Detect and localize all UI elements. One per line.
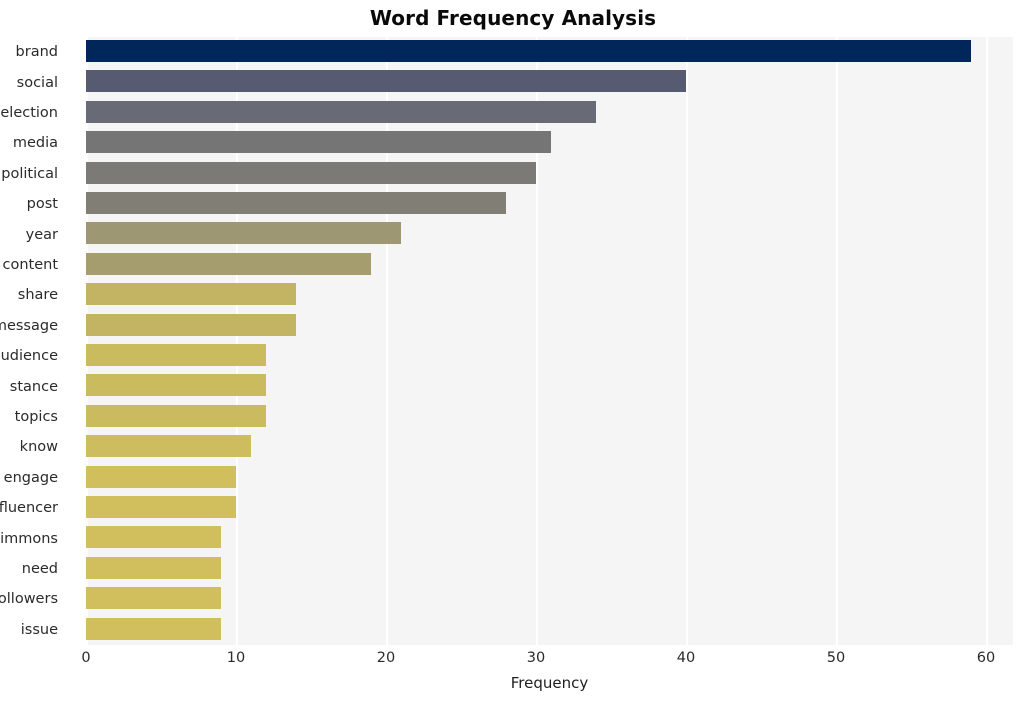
bar-row bbox=[86, 463, 1013, 491]
y-tick-label-content: content bbox=[2, 257, 58, 273]
y-tick-label-social: social bbox=[16, 74, 58, 91]
bar-row bbox=[86, 128, 1013, 156]
x-tick-label-60: 60 bbox=[976, 650, 996, 666]
bar-row bbox=[86, 280, 1013, 308]
y-tick-label-topics: topics bbox=[14, 409, 58, 425]
bar-media[interactable] bbox=[86, 131, 551, 154]
y-axis-tick-labels: brand social election media political post yea… bbox=[0, 37, 80, 645]
bar-row bbox=[86, 493, 1013, 521]
bar-row bbox=[86, 615, 1013, 643]
y-tick-label-stance: stance bbox=[9, 378, 58, 395]
y-tick-label-message: message bbox=[0, 317, 58, 334]
x-tick-label-20: 20 bbox=[376, 650, 396, 666]
bar-post[interactable] bbox=[86, 192, 506, 214]
y-tick-label-know: know bbox=[19, 439, 58, 456]
bar-row bbox=[86, 219, 1013, 247]
bar-election[interactable] bbox=[86, 100, 596, 123]
x-tick-label-40: 40 bbox=[676, 650, 696, 666]
y-tick-label-political: political bbox=[1, 165, 58, 182]
y-tick-label-audience: audience bbox=[0, 348, 58, 365]
bar-share[interactable] bbox=[86, 283, 296, 306]
y-tick-label-issue: issue bbox=[20, 621, 58, 638]
y-tick-label-share: share bbox=[17, 287, 58, 304]
bar-row bbox=[86, 402, 1013, 430]
bar-row bbox=[86, 432, 1013, 460]
bar-political[interactable] bbox=[86, 161, 536, 184]
y-tick-label-media: media bbox=[12, 135, 58, 152]
bar-influencer[interactable] bbox=[86, 496, 236, 518]
bar-row bbox=[86, 311, 1013, 339]
bar-row bbox=[86, 341, 1013, 369]
y-tick-label-timmons: timmons bbox=[0, 530, 58, 547]
bar-row bbox=[86, 37, 1013, 65]
bar-topics[interactable] bbox=[86, 404, 266, 427]
x-axis-label: Frequency bbox=[510, 674, 589, 692]
bar-stance[interactable] bbox=[86, 374, 266, 397]
x-tick-label-30: 30 bbox=[526, 650, 546, 666]
bar-row bbox=[86, 189, 1013, 217]
bar-know[interactable] bbox=[86, 435, 251, 458]
bar-issue[interactable] bbox=[86, 617, 221, 640]
bar-message[interactable] bbox=[86, 313, 296, 336]
y-tick-label-followers: followers bbox=[0, 591, 58, 608]
bar-brand[interactable] bbox=[86, 40, 971, 62]
bar-timmons[interactable] bbox=[86, 526, 221, 549]
y-tick-label-engage: engage bbox=[3, 469, 58, 486]
bar-row bbox=[86, 523, 1013, 551]
bar-row bbox=[86, 371, 1013, 399]
bar-row bbox=[86, 554, 1013, 582]
y-tick-label-influencer: influencer bbox=[0, 500, 58, 517]
y-tick-label-brand: brand bbox=[15, 44, 58, 61]
x-tick-label-10: 10 bbox=[226, 650, 246, 666]
bar-followers[interactable] bbox=[86, 587, 221, 610]
y-tick-label-need: need bbox=[21, 561, 58, 577]
bar-row bbox=[86, 584, 1013, 612]
y-tick-label-post: post bbox=[26, 196, 58, 213]
bar-row bbox=[86, 98, 1013, 126]
bar-row bbox=[86, 159, 1013, 187]
bar-audience[interactable] bbox=[86, 344, 266, 366]
plot-area bbox=[86, 37, 1013, 645]
word-frequency-chart-figure: Word Frequency Analysis brand social elect… bbox=[0, 0, 1026, 701]
y-tick-label-year: year bbox=[25, 226, 58, 243]
x-tick-label-0: 0 bbox=[81, 650, 91, 666]
x-tick-label-50: 50 bbox=[826, 650, 846, 666]
bar-social[interactable] bbox=[86, 70, 686, 93]
bar-row bbox=[86, 67, 1013, 95]
y-tick-label-election: election bbox=[0, 105, 58, 121]
x-axis-tick-labels: 0 10 20 30 40 50 60 bbox=[81, 650, 1013, 674]
bar-need[interactable] bbox=[86, 556, 221, 579]
chart-title: Word Frequency Analysis bbox=[369, 6, 657, 30]
bar-content[interactable] bbox=[86, 252, 371, 275]
bar-engage[interactable] bbox=[86, 465, 236, 488]
bar-row bbox=[86, 250, 1013, 278]
bar-year[interactable] bbox=[86, 222, 401, 245]
